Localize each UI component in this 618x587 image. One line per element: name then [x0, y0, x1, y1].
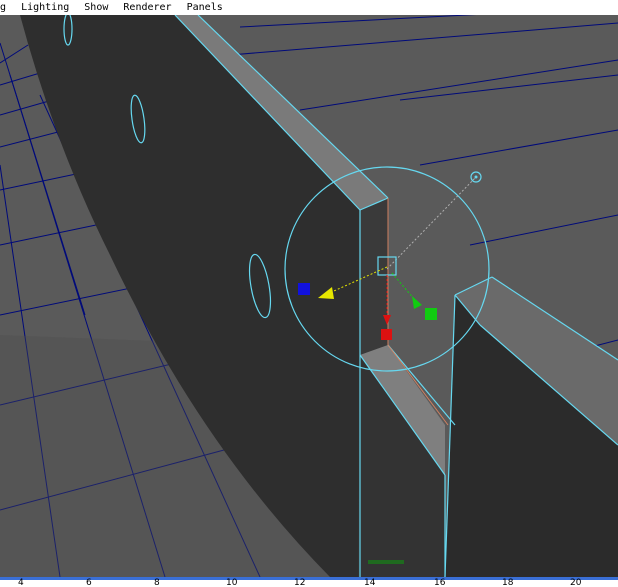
menu-shading[interactable]: ng: [0, 0, 6, 15]
time-tick: 20: [570, 578, 582, 587]
time-tick: 16: [434, 578, 446, 587]
menu-lighting[interactable]: Lighting: [21, 0, 69, 15]
x-axis-handle[interactable]: [425, 308, 437, 320]
time-tick: 4: [18, 578, 24, 587]
menu-renderer[interactable]: Renderer: [123, 0, 171, 15]
time-tick: 12: [294, 578, 306, 587]
time-tick: 18: [502, 578, 514, 587]
maya-app: ng Lighting Show Renderer Panels: [0, 0, 618, 587]
menu-panels[interactable]: Panels: [187, 0, 223, 15]
time-tick: 14: [364, 578, 376, 587]
time-tick: 10: [226, 578, 238, 587]
menu-show[interactable]: Show: [84, 0, 108, 15]
time-slider[interactable]: 4 6 8 10 12 14 16 18 20: [0, 577, 618, 587]
time-tick: 8: [154, 578, 160, 587]
z-axis-handle[interactable]: [298, 283, 310, 295]
y-axis-handle[interactable]: [381, 329, 392, 340]
3d-viewport[interactable]: [0, 15, 618, 577]
panel-menu-bar: ng Lighting Show Renderer Panels: [0, 0, 618, 15]
range-marker: [368, 560, 404, 564]
light-target-dot: [474, 175, 478, 179]
time-tick: 6: [86, 578, 92, 587]
